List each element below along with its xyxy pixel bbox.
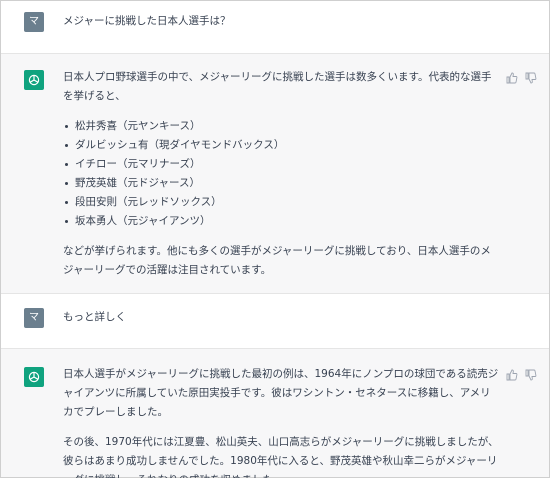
thumbs-down-icon[interactable] [525,72,537,84]
assistant-message-body: 日本人プロ野球選手の中で、メジャーリーグに挑戦した選手は数多くいます。代表的な選… [63,68,499,280]
thumbs-down-icon[interactable] [525,369,537,381]
list-item: イチロー（元マリナーズ） [63,155,499,174]
thumbs-up-icon[interactable] [506,369,518,381]
list-item: 段田安則（元レッドソックス） [63,193,499,212]
list-item: 坂本勇人（元ジャイアンツ） [63,212,499,231]
feedback-icons [506,72,537,84]
user-message-text: もっと詳しく [63,311,126,323]
openai-logo-icon [24,367,44,387]
assistant-message-body: 日本人選手がメジャーリーグに挑戦した最初の例は、1964年にノンプロの球団である… [63,365,499,478]
user-message: マ メジャーに挑戦した日本人選手は？ [1,1,549,54]
thumbs-up-icon[interactable] [506,72,518,84]
user-avatar: マ [24,308,44,328]
assistant-message: 日本人選手がメジャーリーグに挑戦した最初の例は、1964年にノンプロの球団である… [1,348,549,478]
assistant-outro: などが挙げられます。他にも多くの選手がメジャーリーグに挑戦しており、日本人選手の… [63,245,491,276]
player-list: 松井秀喜（元ヤンキース） ダルビッシュ有（現ダイヤモンドバックス） イチロー（元… [63,117,499,231]
assistant-intro: 日本人プロ野球選手の中で、メジャーリーグに挑戦した選手は数多くいます。代表的な選… [63,71,492,102]
openai-logo-icon [24,70,44,90]
assistant-paragraph: 日本人選手がメジャーリーグに挑戦した最初の例は、1964年にノンプロの球団である… [63,368,499,418]
user-message-text: メジャーに挑戦した日本人選手は？ [63,15,231,27]
user-message: マ もっと詳しく [1,294,549,348]
list-item: ダルビッシュ有（現ダイヤモンドバックス） [63,136,499,155]
assistant-message: 日本人プロ野球選手の中で、メジャーリーグに挑戦した選手は数多くいます。代表的な選… [1,53,549,294]
user-avatar: マ [24,12,44,32]
list-item: 松井秀喜（元ヤンキース） [63,117,499,136]
feedback-icons [506,369,537,381]
assistant-paragraph: その後、1970年代には江夏豊、松山英夫、山口高志らがメジャーリーグに挑戦しまし… [63,436,499,478]
list-item: 野茂英雄（元ドジャース） [63,174,499,193]
